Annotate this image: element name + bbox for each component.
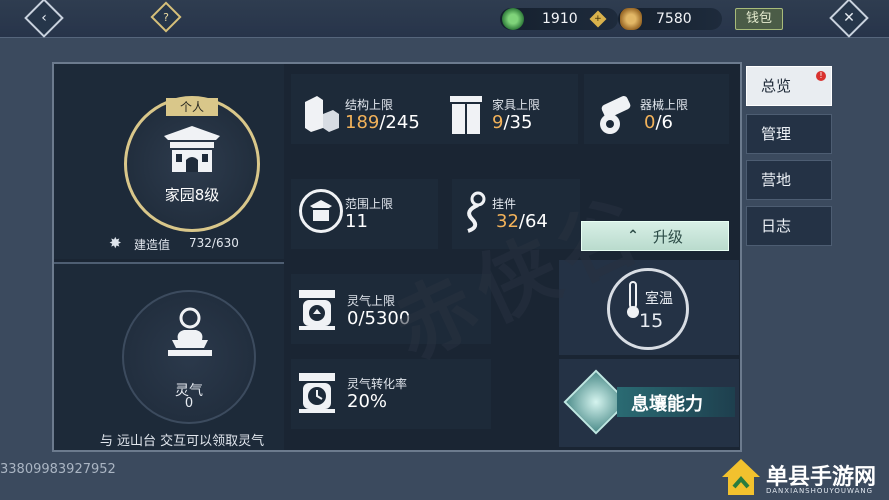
jade-currency: 1910 + [500, 8, 618, 30]
temperature-card: 室温 15 [559, 260, 739, 355]
wardrobe-icon [448, 94, 484, 140]
house-logo-icon [720, 457, 762, 500]
build-value: 732/630 [189, 236, 239, 250]
cannon-icon [594, 94, 634, 142]
jade-amount: 1910 [542, 11, 578, 27]
range-limit-card: 范围上限 11 [291, 179, 438, 249]
build-label: 建造值 [134, 238, 171, 252]
machine-limit-card: 器械上限 0/6 [584, 74, 729, 144]
pendant-value: 32/64 [496, 211, 548, 232]
spirit-jar-icon [297, 288, 337, 336]
wallet-button[interactable]: 钱包 [735, 8, 783, 30]
tab-camp[interactable]: 营地 [746, 160, 832, 200]
spirit-rate-label: 灵气转化率 [347, 377, 408, 391]
top-bar: ‹ ? 1910 + 7580 钱包 ✕ [0, 0, 889, 38]
tab-log[interactable]: 日志 [746, 206, 832, 246]
spirit-limit-card: 灵气上限 0/5300 [291, 274, 491, 344]
range-icon [299, 189, 343, 233]
alert-badge: ! [816, 71, 826, 81]
range-value: 11 [345, 211, 368, 232]
ability-card[interactable]: 息壤能力 [559, 359, 739, 447]
blocks-icon [301, 92, 341, 140]
pendant-card: 挂件 32/64 [452, 179, 580, 249]
furniture-value: 9/35 [492, 112, 533, 133]
site-logo: 单县手游网 DANXIANSHOUYOUWANG [720, 455, 889, 500]
player-uid: 33809983927952 [0, 462, 116, 477]
copper-amount: 7580 [656, 11, 692, 27]
copper-coin-icon [620, 8, 642, 30]
site-logo-sub: DANXIANSHOUYOUWANG [766, 487, 874, 495]
upgrade-button[interactable]: ⌃ 升级 [581, 221, 729, 251]
home-level-section: 个人 家园8级 ✸ 建造值 732/630 [54, 64, 284, 259]
spirit-altar-icon [158, 304, 222, 372]
pendant-icon [458, 189, 494, 237]
back-button[interactable]: ‹ [24, 0, 64, 38]
home-level-title: 家园8级 [164, 186, 220, 204]
jade-coin-icon [502, 8, 524, 30]
spirit-rate-value: 20% [347, 391, 388, 412]
spirit-value: 0 [184, 396, 194, 411]
home-overview-panel: 个人 家园8级 ✸ 建造值 732/630 结构上限 189/245 家具上限 [52, 62, 742, 452]
spirit-hint: 与 远山台 交互可以领取灵气 [99, 434, 265, 449]
structure-label: 结构上限 [345, 98, 394, 112]
close-icon: ✕ [843, 10, 855, 26]
furniture-limit-card: 家具上限 9/35 [438, 74, 578, 144]
double-chevron-up-icon: ⌃ [627, 228, 639, 244]
temperature-value: 15 [639, 310, 664, 332]
spirit-limit-value: 0/5300 [347, 308, 411, 329]
spirit-clock-icon [297, 371, 337, 419]
machine-value: 0/6 [644, 112, 673, 133]
tab-log-label: 日志 [761, 217, 792, 235]
tab-camp-label: 营地 [761, 171, 792, 189]
tab-manage[interactable]: 管理 [746, 114, 832, 154]
spirit-rate-card: 灵气转化率 20% [291, 359, 491, 429]
furniture-label: 家具上限 [492, 98, 541, 112]
pendant-label: 挂件 [492, 197, 517, 211]
structure-value: 189/245 [345, 112, 420, 133]
temperature-label: 室温 [645, 291, 673, 307]
ability-label: 息壤能力 [631, 394, 703, 415]
home-badge: 个人 [166, 98, 218, 116]
copper-currency: 7580 [618, 8, 722, 30]
question-icon: ? [163, 10, 169, 24]
upgrade-label: 升级 [652, 227, 683, 246]
chevron-left-icon: ‹ [41, 10, 47, 26]
build-icon: ✸ [109, 234, 122, 252]
tab-overview[interactable]: 总览 ! [746, 66, 832, 106]
tab-overview-label: 总览 [761, 77, 792, 95]
tab-manage-label: 管理 [761, 125, 792, 143]
temperature-ring [607, 268, 689, 350]
house-icon [160, 122, 224, 178]
machine-label: 器械上限 [640, 98, 689, 112]
help-button[interactable]: ? [150, 1, 182, 33]
range-label: 范围上限 [345, 197, 394, 211]
structure-limit-card: 结构上限 189/245 [291, 74, 438, 144]
close-button[interactable]: ✕ [829, 0, 869, 38]
plus-icon[interactable]: + [589, 10, 607, 28]
spirit-limit-label: 灵气上限 [347, 294, 396, 308]
spirit-section: 灵气 0 与 远山台 交互可以领取灵气 [54, 262, 284, 450]
